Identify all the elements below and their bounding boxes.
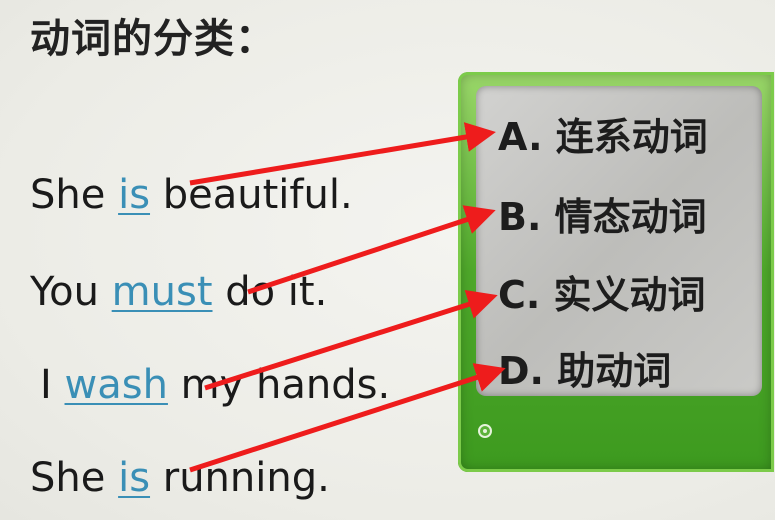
arrow-icon — [204, 289, 498, 391]
arrows-layer — [189, 122, 506, 473]
slide: 动词的分类： She is beautiful. You must do it.… — [0, 0, 775, 520]
arrow-icon — [189, 122, 496, 186]
arrow-icon — [189, 363, 506, 473]
arrow-icon — [247, 205, 496, 295]
